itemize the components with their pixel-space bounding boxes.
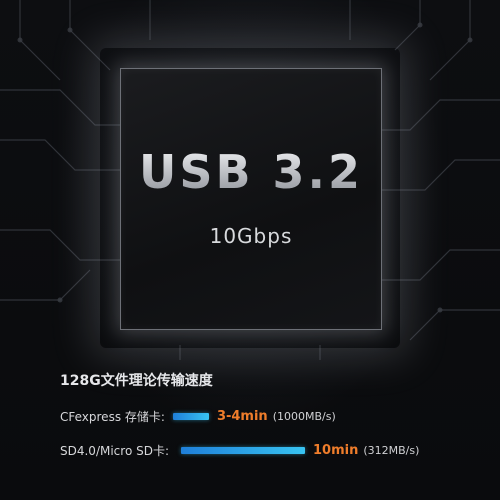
transfer-row-cfexpress: CFexpress 存储卡: 3-4min (1000MB/s): [60, 407, 336, 425]
transfer-time: 3-4min: [216, 408, 268, 424]
row-label: SD4.0/Micro SD卡:: [60, 443, 169, 458]
speed-bar: [181, 446, 305, 454]
transfer-row-sd: SD4.0/Micro SD卡: 10min (312MB/s): [60, 441, 419, 459]
usb-chip-graphic: USB 3.2 10Gbps: [120, 68, 382, 330]
transfer-rate: (1000MB/s): [272, 409, 336, 423]
chip-speed: 10Gbps: [209, 224, 293, 248]
transfer-rate: (312MB/s): [363, 443, 420, 457]
row-label: CFexpress 存储卡:: [60, 409, 165, 424]
speed-bar: [172, 412, 209, 420]
transfer-speed-title: 128G文件理论传输速度: [60, 373, 213, 389]
chip-title: USB 3.2: [121, 145, 381, 199]
transfer-time: 10min: [313, 442, 359, 458]
